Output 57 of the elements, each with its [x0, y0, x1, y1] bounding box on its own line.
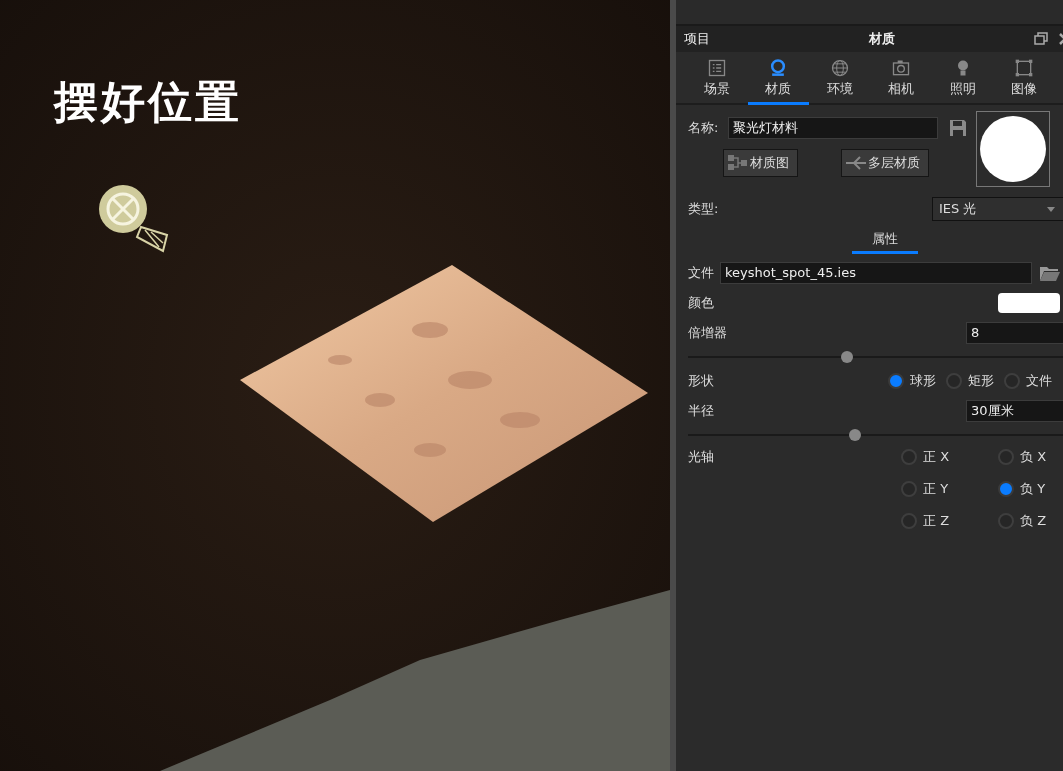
section-tab[interactable]: 属性: [851, 227, 918, 254]
slider-thumb[interactable]: [848, 429, 861, 441]
panel-tab[interactable]: 照明: [932, 56, 994, 105]
radio-label: 负 X: [1020, 448, 1047, 466]
save-icon[interactable]: [948, 118, 969, 138]
panel-tab[interactable]: 相机: [870, 56, 932, 105]
radio-button[interactable]: [998, 481, 1014, 497]
radio-button[interactable]: [888, 373, 904, 389]
radio-button[interactable]: [1004, 373, 1020, 389]
3d-viewport[interactable]: 摆好位置: [0, 0, 670, 771]
property-label: 半径: [688, 402, 714, 420]
type-label: 类型:: [688, 200, 719, 218]
project-label[interactable]: 项目: [684, 30, 710, 48]
radio-label: 正 Z: [923, 512, 950, 530]
frame-icon: [1014, 58, 1035, 78]
globe-icon: [829, 58, 850, 78]
caret-icon: [1047, 206, 1055, 212]
radio-label: 文件: [1026, 372, 1052, 390]
property-label: 形状: [688, 372, 714, 390]
name-label: 名称:: [688, 119, 719, 137]
radio-label: 球形: [910, 372, 936, 390]
number-field[interactable]: 8: [966, 322, 1063, 344]
restore-icon[interactable]: [1034, 32, 1048, 46]
camera-icon: [891, 58, 912, 78]
radio-button[interactable]: [998, 513, 1014, 529]
viewport-caption: 摆好位置: [54, 76, 242, 128]
radio-label: 正 Y: [923, 480, 949, 498]
panel-tab[interactable]: 环境: [809, 56, 871, 105]
radio-label: 负 Z: [1020, 512, 1047, 530]
slider-thumb[interactable]: [841, 351, 854, 363]
radio-button[interactable]: [901, 449, 917, 465]
number-field[interactable]: 30厘米: [966, 400, 1063, 422]
radio-label: 矩形: [968, 372, 994, 390]
radio-button[interactable]: [901, 513, 917, 529]
folder-icon[interactable]: [1040, 265, 1060, 281]
file-field[interactable]: keyshot_spot_45.ies: [720, 262, 1032, 284]
multi-layer-button[interactable]: 多层材质: [841, 149, 929, 177]
material-graph-button[interactable]: 材质图: [723, 149, 798, 177]
panel-tab[interactable]: 图像: [993, 56, 1055, 105]
property-label: 颜色: [688, 294, 714, 312]
color-swatch[interactable]: [998, 293, 1060, 313]
node-graph-icon: [728, 155, 748, 171]
property-label: 倍增器: [688, 324, 727, 342]
panel-tab[interactable]: 场景: [686, 56, 748, 105]
name-field[interactable]: 聚光灯材料: [728, 117, 939, 139]
radio-label: 负 Y: [1020, 480, 1046, 498]
radio-button[interactable]: [901, 481, 917, 497]
radio-label: 正 X: [923, 448, 950, 466]
type-dropdown[interactable]: IES 光: [932, 197, 1063, 221]
list-icon: [706, 58, 727, 78]
panel-tab[interactable]: 材质: [747, 56, 809, 105]
radio-button[interactable]: [946, 373, 962, 389]
branch-icon: [846, 155, 866, 171]
panel-title: 材质: [868, 30, 896, 48]
property-label: 文件: [688, 264, 714, 282]
radio-button[interactable]: [998, 449, 1014, 465]
property-label: 光轴: [688, 448, 714, 466]
